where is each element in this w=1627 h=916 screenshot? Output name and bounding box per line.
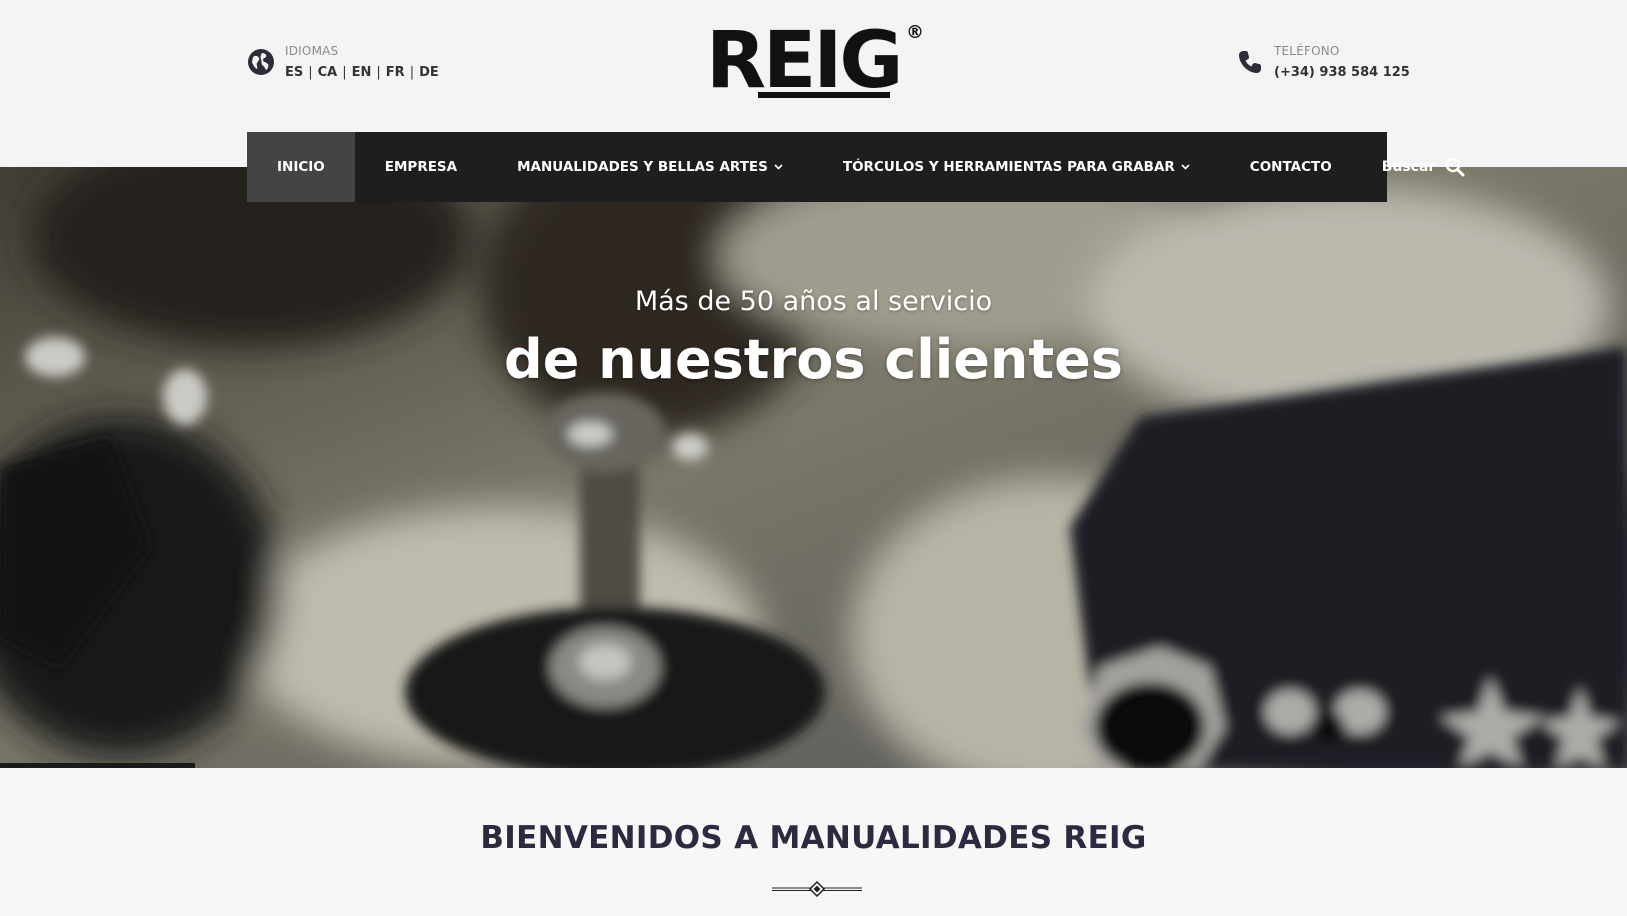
- lang-es-link[interactable]: ES: [285, 65, 303, 80]
- lang-separator: |: [342, 65, 347, 80]
- nav-item-label: EMPRESA: [384, 159, 458, 175]
- lang-en-link[interactable]: EN: [352, 65, 372, 80]
- nav-item-contacto[interactable]: CONTACTO: [1220, 132, 1362, 202]
- lang-de-link[interactable]: DE: [419, 65, 439, 80]
- chevron-down-icon: [774, 164, 783, 170]
- chevron-down-icon: [1181, 164, 1190, 170]
- hero-subtitle: Más de 50 años al servicio: [634, 286, 993, 317]
- language-selector: IDIOMAS ES | CA | EN | FR | DE: [247, 44, 439, 80]
- language-links: ES | CA | EN | FR | DE: [285, 65, 439, 80]
- nav-item-label: TÓRCULOS Y HERRAMIENTAS PARA GRABAR: [842, 159, 1175, 175]
- phone-number[interactable]: (+34) 938 584 125: [1274, 65, 1410, 80]
- main-nav: INICIO EMPRESA MANUALIDADES Y BELLAS ART…: [247, 132, 1465, 202]
- logo-text: REIG: [706, 16, 903, 106]
- lang-separator: |: [376, 65, 381, 80]
- logo-underline: [758, 92, 890, 98]
- search-icon: [1446, 157, 1465, 177]
- nav-item-label: MANUALIDADES Y BELLAS ARTES: [517, 159, 768, 175]
- nav-item-inicio[interactable]: INICIO: [247, 132, 355, 202]
- languages-label: IDIOMAS: [285, 44, 339, 58]
- lang-fr-link[interactable]: FR: [386, 65, 405, 80]
- nav-item-torculos[interactable]: TÓRCULOS Y HERRAMIENTAS PARA GRABAR: [813, 132, 1220, 202]
- nav-item-label: CONTACTO: [1249, 159, 1332, 175]
- search-button[interactable]: Buscar: [1362, 132, 1484, 202]
- lang-ca-link[interactable]: CA: [318, 65, 338, 80]
- welcome-title: BIENVENIDOS A MANUALIDADES REIG: [480, 820, 1147, 856]
- phone-label: TELÉFONO: [1274, 44, 1340, 58]
- phone-contact: TELÉFONO (+34) 938 584 125: [1236, 44, 1410, 80]
- welcome-section: BIENVENIDOS A MANUALIDADES REIG: [0, 768, 1627, 916]
- hero-caption: Más de 50 años al servicio de nuestros c…: [0, 285, 1627, 393]
- nav-item-manualidades[interactable]: MANUALIDADES Y BELLAS ARTES: [487, 132, 813, 202]
- search-label: Buscar: [1381, 159, 1436, 175]
- diamond-divider-icon: [772, 881, 862, 897]
- registered-mark: ®: [906, 22, 924, 43]
- nav-item-empresa[interactable]: EMPRESA: [355, 132, 487, 202]
- phone-icon: [1239, 51, 1261, 73]
- lang-separator: |: [308, 65, 313, 80]
- hero-slider[interactable]: Más de 50 años al servicio de nuestros c…: [0, 167, 1627, 768]
- nav-item-label: INICIO: [277, 159, 325, 175]
- reig-logo[interactable]: REIG ®: [706, 22, 926, 100]
- lang-separator: |: [409, 65, 415, 80]
- globe-icon: [248, 49, 274, 75]
- hero-title: de nuestros clientes: [504, 328, 1123, 391]
- hero-background-image: [0, 167, 1627, 768]
